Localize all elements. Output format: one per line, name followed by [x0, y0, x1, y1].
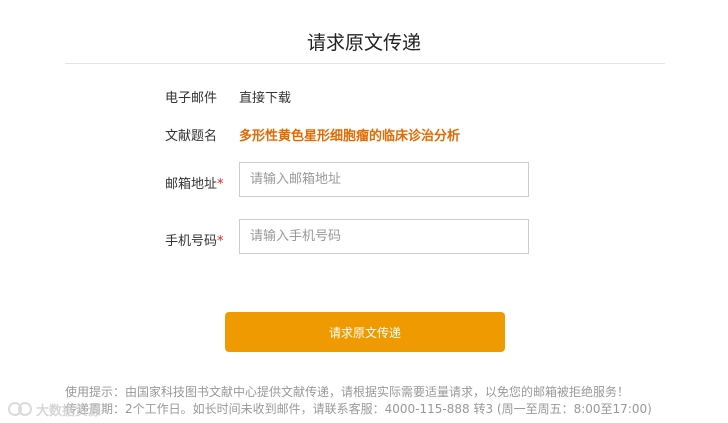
mailbox-label: 邮箱地址*: [165, 173, 224, 192]
title-divider: [65, 63, 665, 64]
phone-label: 手机号码*: [165, 230, 224, 249]
email-label: 电子邮件: [165, 91, 218, 106]
watermark: 大数据资源: [8, 399, 101, 419]
mailbox-input[interactable]: [239, 162, 529, 197]
mailbox-required-mark: *: [217, 177, 224, 192]
mailbox-label-text: 邮箱地址: [165, 177, 218, 192]
phone-input[interactable]: [239, 219, 529, 254]
usage-tip: 使用提示：由国家科技图书文献中心提供文献传递，请根据实际需要适量请求，以免您的邮…: [65, 385, 630, 399]
page-title: 请求原文传递: [306, 32, 421, 54]
watermark-logo-icon: [8, 402, 32, 416]
email-delivery-value: 直接下载: [239, 91, 292, 106]
delivery-period-tip: 传递周期：2个工作日。如长时间未收到邮件，请联系客服：4000-115-888 …: [65, 402, 652, 416]
watermark-text: 大数据资源: [36, 403, 102, 419]
phone-required-mark: *: [217, 234, 224, 249]
request-delivery-button[interactable]: 请求原文传递: [225, 312, 505, 352]
document-title-value: 多形性黄色星形细胞瘤的临床诊治分析: [239, 129, 461, 144]
document-title-label: 文献题名: [165, 129, 218, 144]
phone-label-text: 手机号码: [165, 234, 218, 249]
